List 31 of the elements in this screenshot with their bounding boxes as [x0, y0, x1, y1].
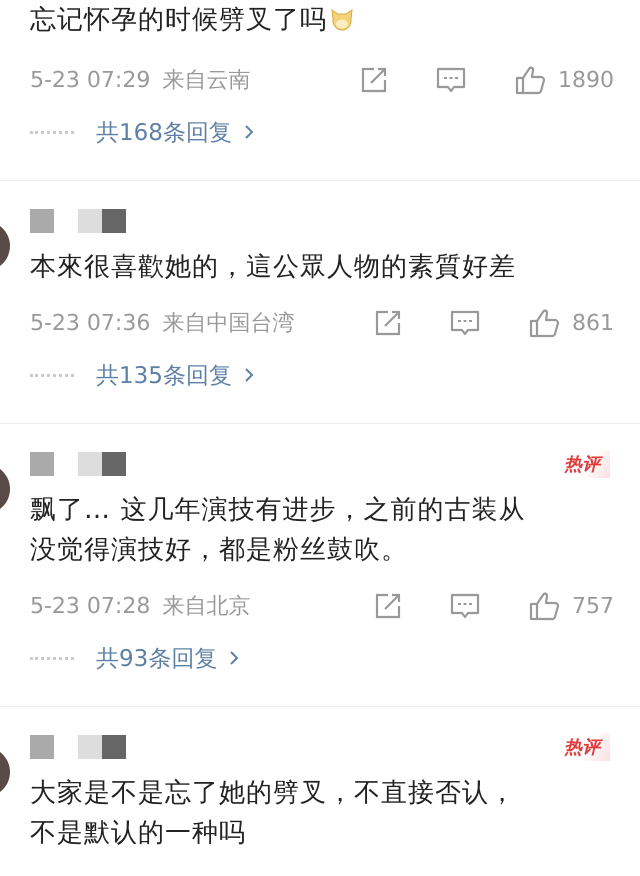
comment-text: 大家是不是忘了她的劈叉，不直接否认， 不是默认的一种吗	[30, 777, 517, 850]
comment-time: 5-23 07:36	[30, 310, 150, 336]
comment-icon[interactable]	[450, 592, 480, 620]
comment-icon[interactable]	[436, 66, 466, 94]
blurred-username[interactable]	[30, 452, 126, 476]
replies-link[interactable]: 共93条回复	[96, 642, 240, 674]
blurred-username[interactable]	[30, 209, 126, 233]
thumbs-up-icon[interactable]	[528, 590, 560, 622]
replies-link[interactable]: 共168条回复	[96, 116, 254, 148]
thumbs-up-icon[interactable]	[528, 307, 560, 339]
chevron-icon	[229, 650, 240, 666]
comment-icon[interactable]	[450, 309, 480, 337]
comment-location: 来自中国台湾	[162, 310, 294, 338]
comment-location: 来自北京	[162, 593, 250, 621]
comment-text: 忘记怀孕的时候劈叉了吗	[30, 0, 640, 44]
blurred-username[interactable]	[30, 735, 126, 759]
comment-text: 飘了… 这几年演技有进步，之前的古装从 没觉得演技好，都是粉丝鼓吹。	[30, 494, 526, 567]
comment-location: 来自云南	[162, 67, 250, 95]
like-count: 861	[572, 310, 614, 336]
comment-time: 5-23 07:28	[30, 594, 150, 618]
share-icon[interactable]	[374, 592, 402, 620]
chevron-icon	[244, 367, 254, 383]
thumbs-up-icon[interactable]	[514, 64, 546, 96]
replies-link[interactable]: 共135条回复	[96, 360, 254, 390]
share-icon[interactable]	[360, 66, 388, 94]
like-count: 1890	[558, 68, 614, 92]
like-count: 757	[572, 594, 614, 618]
chevron-icon	[244, 124, 254, 140]
share-icon[interactable]	[374, 309, 402, 337]
comment-time: 5-23 07:29	[30, 68, 150, 92]
comment-text: 本來很喜歡她的，這公眾人物的素質好差	[30, 251, 517, 284]
